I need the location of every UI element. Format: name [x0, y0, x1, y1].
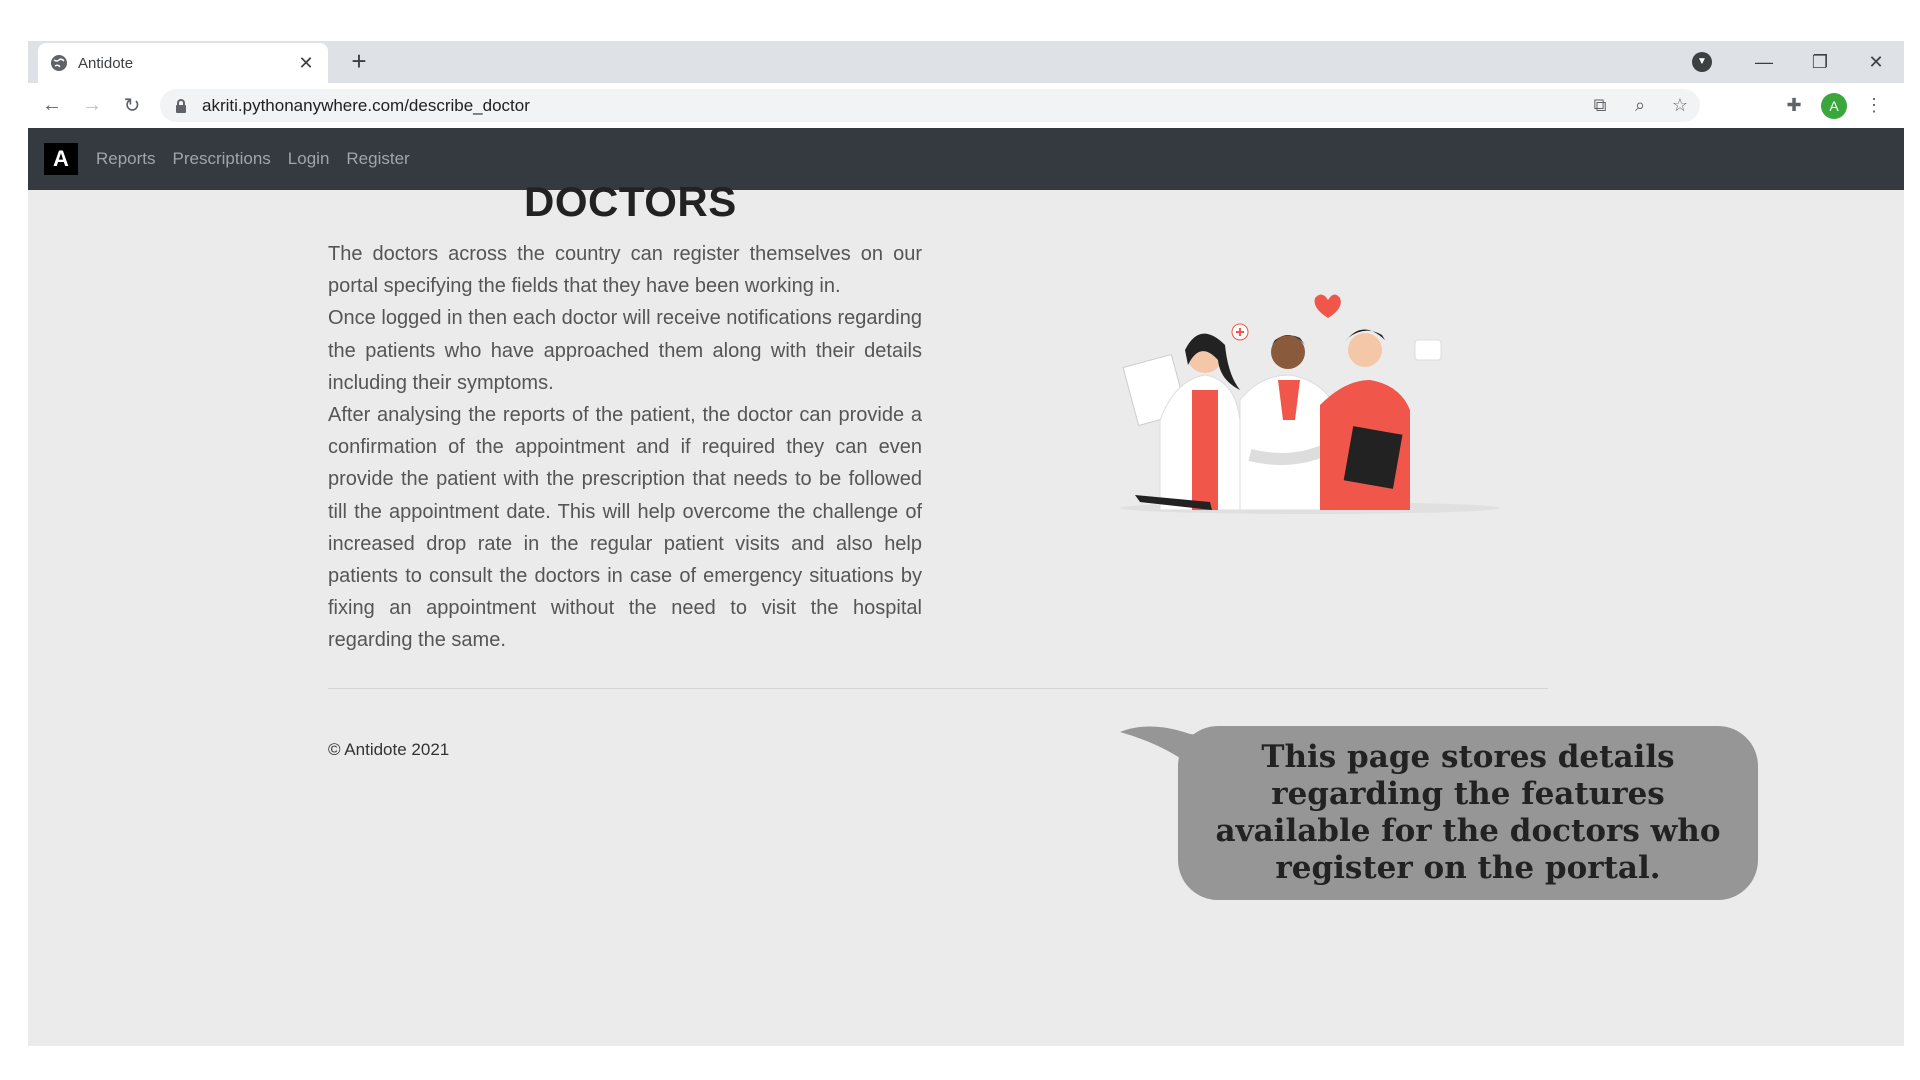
close-window-icon[interactable]: ✕ — [1848, 52, 1904, 73]
tab-strip: Antidote ✕ + ▼ — ❐ ✕ — [28, 41, 1904, 83]
brand-logo[interactable]: A — [44, 143, 78, 175]
nav-prescriptions[interactable]: Prescriptions — [173, 149, 271, 169]
footer-copyright: © Antidote 2021 — [328, 740, 450, 759]
nav-login[interactable]: Login — [288, 149, 330, 169]
tab-search-icon[interactable]: ▼ — [1692, 52, 1712, 72]
callout-text: This page stores details regarding the f… — [1215, 739, 1721, 886]
forward-icon[interactable]: → — [72, 94, 112, 117]
url-text[interactable]: akriti.pythonanywhere.com/describe_docto… — [202, 96, 530, 116]
zoom-icon[interactable]: ⌕ — [1620, 95, 1660, 116]
doctors-description: The doctors across the country can regis… — [328, 238, 922, 657]
globe-icon — [50, 54, 68, 72]
nav-reports[interactable]: Reports — [96, 149, 156, 169]
site-navbar: A Reports Prescriptions Login Register — [28, 128, 1904, 190]
doctors-illustration — [1120, 294, 1500, 514]
restore-icon[interactable]: ❐ — [1792, 52, 1848, 73]
minimize-icon[interactable]: — — [1736, 52, 1792, 73]
nav-register[interactable]: Register — [346, 149, 409, 169]
lock-icon[interactable] — [174, 98, 188, 114]
star-icon[interactable]: ☆ — [1660, 95, 1700, 116]
tab-title: Antidote — [78, 54, 134, 72]
puzzle-icon[interactable]: ✚ — [1774, 95, 1814, 116]
annotation-callout: This page stores details regarding the f… — [1178, 726, 1758, 900]
browser-toolbar: ← → ↻ akriti.pythonanywhere.com/describe… — [28, 83, 1904, 128]
page-title: DOCTORS — [524, 178, 737, 225]
window-controls: ▼ — ❐ ✕ — [1692, 41, 1904, 83]
close-tab-icon[interactable]: ✕ — [296, 53, 316, 74]
address-bar[interactable]: akriti.pythonanywhere.com/describe_docto… — [160, 89, 1700, 122]
menu-icon[interactable]: ⋮ — [1854, 95, 1894, 116]
paragraph-notifications: Once logged in then each doctor will rec… — [328, 307, 922, 394]
paragraph-appointments: After analysing the reports of the patie… — [328, 404, 922, 652]
tab-antidote[interactable]: Antidote ✕ — [38, 43, 328, 83]
reload-icon[interactable]: ↻ — [112, 93, 152, 118]
toolbar-right: ✚ A ⋮ — [1774, 83, 1894, 128]
omnibox-actions: ⧉ ⌕ ☆ — [1580, 89, 1700, 122]
new-tab-button[interactable]: + — [346, 48, 372, 75]
translate-icon[interactable]: ⧉ — [1580, 95, 1620, 116]
back-icon[interactable]: ← — [32, 94, 72, 117]
avatar[interactable]: A — [1821, 92, 1847, 119]
divider — [328, 688, 1548, 689]
paragraph-register: The doctors across the country can regis… — [328, 243, 922, 298]
